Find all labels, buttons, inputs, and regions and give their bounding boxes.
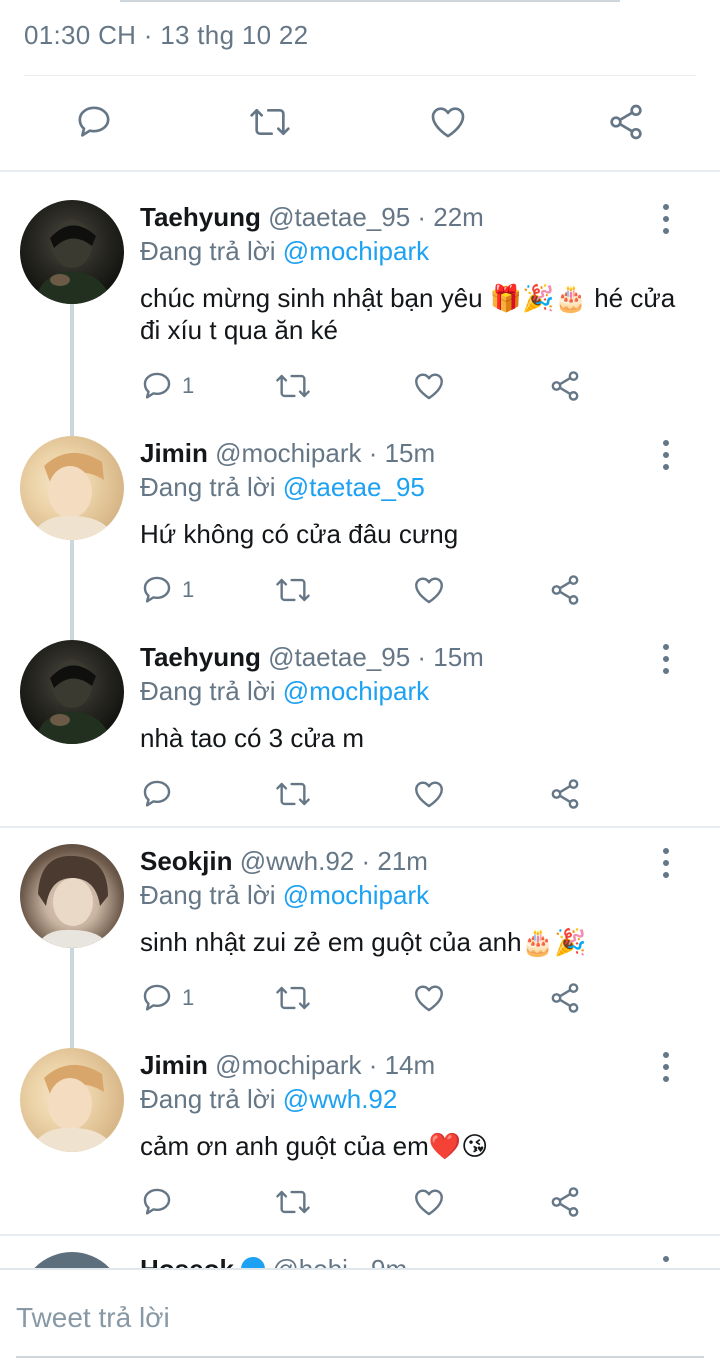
tweet-actions: 1 <box>0 570 720 610</box>
reply-icon[interactable]: 1 <box>140 366 194 406</box>
more-options-icon[interactable] <box>652 848 680 878</box>
divider <box>24 75 696 76</box>
reply-icon[interactable] <box>140 1182 174 1222</box>
mention-link[interactable]: @taetae_95 <box>283 472 425 502</box>
reply-prefix: Đang trả lời <box>140 676 276 706</box>
retweet-icon[interactable] <box>274 570 312 610</box>
retweet-icon[interactable] <box>248 100 292 144</box>
mention-link[interactable]: @mochipark <box>283 880 429 910</box>
retweet-icon[interactable] <box>274 1182 312 1222</box>
reply-prefix: Đang trả lời <box>140 880 276 910</box>
more-options-icon[interactable] <box>652 644 680 674</box>
reply-input-placeholder[interactable]: Tweet trả lời <box>16 1302 170 1334</box>
reply-count: 1 <box>182 373 195 398</box>
avatar[interactable] <box>20 844 124 948</box>
tweet-text: chúc mừng sinh nhật bạn yêu 🎁🎉🎂 hé cửa đ… <box>140 283 676 345</box>
avatar[interactable] <box>20 640 124 744</box>
reply-input-underline <box>16 1356 704 1358</box>
tweet-actions <box>0 1182 720 1222</box>
share-icon[interactable] <box>548 774 582 814</box>
retweet-icon[interactable] <box>274 774 312 814</box>
avatar[interactable] <box>20 436 124 540</box>
author-name[interactable]: Taehyung <box>140 202 261 232</box>
more-options-icon[interactable] <box>652 204 680 234</box>
tweet-text: nhà tao có 3 cửa m <box>140 723 365 753</box>
reply-icon[interactable] <box>72 100 116 144</box>
more-options-icon[interactable] <box>652 440 680 470</box>
author-name[interactable]: Jimin <box>140 1050 208 1080</box>
reply-icon[interactable] <box>140 774 174 814</box>
reply-count: 1 <box>182 985 195 1010</box>
author-handle: @mochipark · 14m <box>215 1050 436 1080</box>
retweet-icon[interactable] <box>274 366 312 406</box>
author-name[interactable]: Seokjin <box>140 846 232 876</box>
author-handle: @mochipark · 15m <box>215 438 436 468</box>
divider <box>0 826 720 828</box>
avatar[interactable] <box>20 200 124 304</box>
mention-link[interactable]: @mochipark <box>283 676 429 706</box>
like-icon[interactable] <box>412 570 446 610</box>
divider <box>0 1234 720 1236</box>
tweet-text: sinh nhật zui zẻ em guột của anh🎂🎉 <box>140 927 587 957</box>
reply-icon[interactable]: 1 <box>140 570 194 610</box>
mention-link[interactable]: @mochipark <box>283 236 429 266</box>
author-handle: @taetae_95 · 15m <box>268 642 484 672</box>
top-edge <box>120 0 620 2</box>
tweet-actions: 1 <box>0 978 720 1018</box>
author-name[interactable]: Jimin <box>140 438 208 468</box>
tweet-timestamp: 01:30 CH · 13 thg 10 22 <box>24 20 309 50</box>
tweet-actions: 1 <box>0 366 720 406</box>
mention-link[interactable]: @wwh.92 <box>283 1084 398 1114</box>
author-handle: @wwh.92 · 21m <box>239 846 428 876</box>
retweet-icon[interactable] <box>274 978 312 1018</box>
share-icon[interactable] <box>604 100 648 144</box>
tweet-text: cảm ơn anh guột của em❤️😘 <box>140 1131 489 1161</box>
like-icon[interactable] <box>412 978 446 1018</box>
avatar[interactable] <box>20 1048 124 1152</box>
reply-prefix: Đang trả lời <box>140 236 276 266</box>
main-tweet-actions <box>0 100 720 150</box>
more-options-icon[interactable] <box>652 1052 680 1082</box>
reply-composer[interactable]: Tweet trả lời <box>0 1268 720 1366</box>
tweet-text: Hứ không có cửa đâu cưng <box>140 519 459 549</box>
reply-prefix: Đang trả lời <box>140 472 276 502</box>
reply-count: 1 <box>182 577 195 602</box>
share-icon[interactable] <box>548 1182 582 1222</box>
share-icon[interactable] <box>548 366 582 406</box>
author-name[interactable]: Taehyung <box>140 642 261 672</box>
like-icon[interactable] <box>412 774 446 814</box>
share-icon[interactable] <box>548 570 582 610</box>
like-icon[interactable] <box>412 366 446 406</box>
share-icon[interactable] <box>548 978 582 1018</box>
author-handle: @taetae_95 · 22m <box>268 202 484 232</box>
like-icon[interactable] <box>412 1182 446 1222</box>
like-icon[interactable] <box>426 100 470 144</box>
tweet-actions <box>0 774 720 814</box>
reply-icon[interactable]: 1 <box>140 978 194 1018</box>
reply-prefix: Đang trả lời <box>140 1084 276 1114</box>
divider <box>0 170 720 172</box>
